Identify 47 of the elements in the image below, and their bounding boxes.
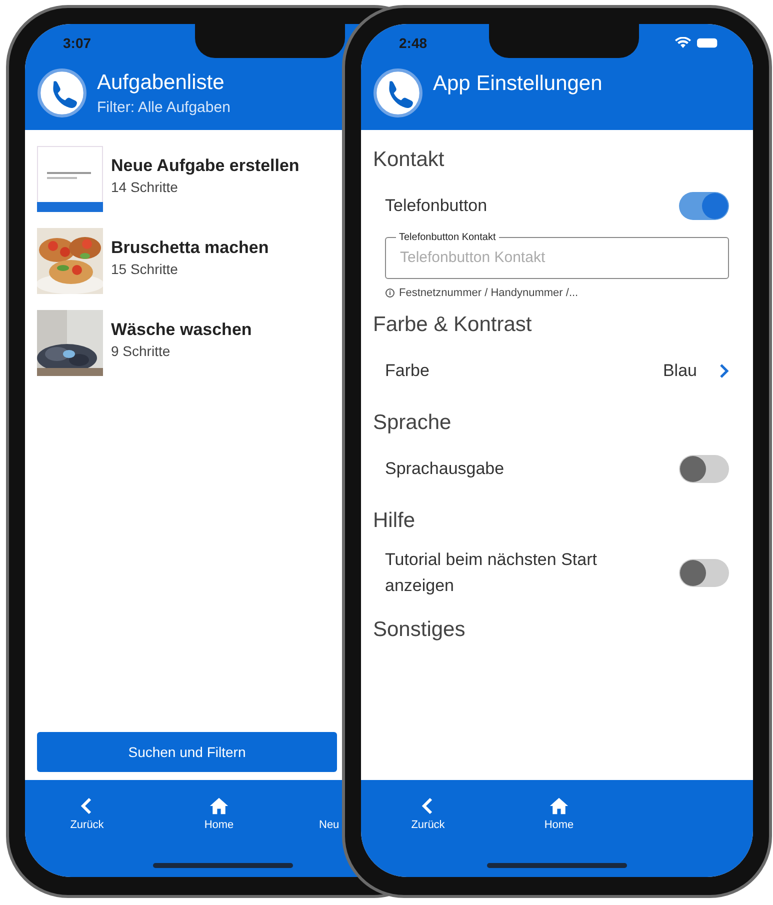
filter-subtitle: Filter: Alle Aufgaben xyxy=(97,98,230,116)
toggle-switch[interactable] xyxy=(679,455,729,483)
section-title: Sonstiges xyxy=(373,618,466,642)
document-thumbnail-drawing xyxy=(37,146,103,212)
contact-field[interactable]: Telefonbutton Kontakt Telefonbutton Kontakt xyxy=(385,232,729,279)
search-filter-button[interactable]: Suchen und Filtern xyxy=(37,732,337,772)
chevron-right-icon xyxy=(719,363,729,379)
tab-label[interactable]: Zurück xyxy=(411,819,445,831)
section-title: Hilfe xyxy=(373,509,416,533)
input-field[interactable]: Telefonbutton Kontakt xyxy=(392,243,705,268)
tab-label[interactable]: Home xyxy=(204,819,234,831)
section-title: Farbe & Kontrast xyxy=(373,313,533,337)
setting-label: Sprachausgabe xyxy=(385,458,506,480)
info-icon xyxy=(385,288,395,298)
toggle-switch[interactable] xyxy=(679,558,729,586)
step-count: 15 Schritte xyxy=(111,261,179,277)
step-count: 14 Schritte xyxy=(111,179,179,195)
task-item[interactable]: Wäsche waschen 9 Schritte xyxy=(37,310,337,376)
task-item[interactable]: Bruschetta machen 15 Schritte xyxy=(37,228,337,294)
home-icon[interactable] xyxy=(209,796,229,816)
home-icon[interactable] xyxy=(549,796,569,816)
status-time: 3:07 xyxy=(63,35,92,51)
section-title: Kontakt xyxy=(373,148,446,172)
screen-title: Aufgabenliste xyxy=(97,70,226,94)
setting-label: Farbe xyxy=(385,360,430,382)
task-title: Wäsche waschen xyxy=(111,320,252,340)
screen-title: App Einstellungen xyxy=(433,72,602,96)
step-count: 9 Schritte xyxy=(111,343,172,359)
toggle-switch[interactable] xyxy=(679,192,729,220)
task-title: Bruschetta machen xyxy=(111,238,269,258)
phone-icon[interactable] xyxy=(37,68,87,118)
setting-label: Tutorial beim nächsten Start anzeigen xyxy=(385,549,598,596)
status-time: 2:48 xyxy=(399,35,428,51)
section-title: Sprache xyxy=(373,411,452,435)
field-hint: Festnetznummer / Handynummer /... xyxy=(399,287,578,299)
setting-label: Telefonbutton xyxy=(385,195,488,218)
phone-icon[interactable] xyxy=(373,68,423,118)
tab-label[interactable]: Neu xyxy=(319,819,340,831)
tab-label[interactable]: Home xyxy=(544,819,574,831)
tab-label[interactable]: Zurück xyxy=(70,819,104,831)
battery-icon xyxy=(697,37,719,49)
wifi-icon xyxy=(675,37,691,49)
setting-value: Blau xyxy=(662,361,697,381)
color-setting-row[interactable]: Farbe Blau xyxy=(373,345,741,397)
task-title: Neue Aufgabe erstellen xyxy=(111,156,300,176)
task-item[interactable]: Neue Aufgabe erstellen 14 Schritte xyxy=(37,146,337,212)
field-label: Telefonbutton Kontakt xyxy=(398,232,497,243)
